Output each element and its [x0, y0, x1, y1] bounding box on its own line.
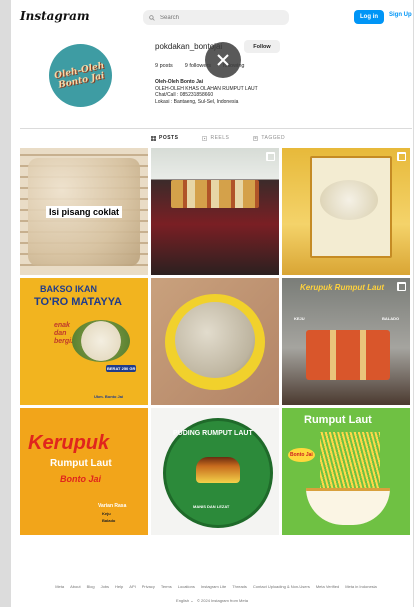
search-box[interactable]: [143, 10, 289, 25]
tag-icon: [253, 135, 259, 141]
top-bar: Instagram Log in Sign Up: [11, 0, 413, 34]
post-8-sub: MANIS DAN LEZAT: [193, 504, 230, 509]
footer-link[interactable]: Terms: [161, 584, 172, 589]
post-5[interactable]: [151, 278, 279, 405]
language-select[interactable]: English: [176, 598, 189, 603]
avatar-logo-text: Oleh-Oleh Bonto Jai: [54, 60, 108, 90]
profile-tabs: POSTS REELS TAGGED: [151, 135, 285, 141]
tab-tagged[interactable]: TAGGED: [253, 135, 285, 141]
post-6-label-2: BALADO: [382, 316, 400, 321]
puding-image: [196, 457, 240, 483]
post-1[interactable]: Isi pisang coklat: [20, 148, 148, 275]
post-2[interactable]: [151, 148, 279, 275]
bakso-bowl: [72, 320, 130, 362]
product-packs: [171, 180, 259, 208]
carousel-icon: [397, 282, 406, 291]
footer-link[interactable]: Blog: [87, 584, 95, 589]
tab-posts-label: POSTS: [159, 135, 179, 141]
post-4-tag-2: dan: [54, 330, 67, 337]
product-pack: [310, 156, 392, 258]
footer-link[interactable]: API: [129, 584, 135, 589]
avatar[interactable]: Oleh-Oleh Bonto Jai: [49, 44, 112, 107]
post-6-label-1: KEJU: [294, 316, 305, 321]
post-7-variant-1: Keju: [102, 511, 111, 516]
post-4-title-1: BAKSO IKAN: [40, 284, 98, 294]
noodles: [320, 432, 380, 492]
post-4-tag-1: enak: [54, 322, 70, 329]
footer-link[interactable]: About: [70, 584, 80, 589]
bio: Oleh-Oleh Bonto Jai OLEH-OLEH KHAS OLAHA…: [155, 79, 258, 105]
kerupuk-packs: [306, 330, 390, 380]
post-7-variant-2: Balado: [102, 518, 116, 523]
post-7-title-1: Kerupuk: [28, 432, 110, 454]
posts-grid: Isi pisang coklat BAKSO IKAN TO'RO MATAY…: [20, 148, 412, 535]
post-4[interactable]: BAKSO IKAN TO'RO MATAYYA enak dan bergiz…: [20, 278, 148, 405]
post-1-caption: Isi pisang coklat: [46, 206, 123, 218]
footer-link[interactable]: Instagram Lite: [201, 584, 226, 589]
post-4-title-2: TO'RO MATAYYA: [34, 296, 122, 308]
footer-bottom: English ⌄ © 2024 Instagram from Meta: [11, 598, 413, 603]
copyright: © 2024 Instagram from Meta: [196, 598, 248, 603]
post-8[interactable]: PUDING RUMPUT LAUT MANIS DAN LEZAT: [151, 408, 279, 535]
post-8-title: PUDING RUMPUT LAUT: [173, 430, 253, 437]
login-button[interactable]: Log in: [354, 10, 384, 24]
post-9[interactable]: Rumput Laut Bonto Jai: [282, 408, 410, 535]
tab-posts[interactable]: POSTS: [151, 135, 178, 141]
follow-button[interactable]: Follow: [244, 40, 280, 53]
post-4-contact: Ukm. Bonto Jai: [94, 394, 124, 399]
post-7-title-3: Bonto Jai: [60, 474, 102, 484]
close-button[interactable]: [205, 42, 241, 78]
footer-link[interactable]: Help: [115, 584, 123, 589]
grid-icon: [151, 135, 156, 141]
footer-link[interactable]: Contact Uploading & Non-Users: [253, 584, 310, 589]
post-7-variant: Varian Rasa: [98, 503, 127, 509]
footer-link[interactable]: Meta in Indonesia: [345, 584, 377, 589]
divider: [20, 128, 412, 129]
footer-link[interactable]: Threads: [232, 584, 247, 589]
post-7[interactable]: Kerupuk Rumput Laut Bonto Jai Varian Ras…: [20, 408, 148, 535]
signup-link[interactable]: Sign Up: [389, 12, 412, 18]
bio-line-3: Lokasi : Bantaeng, Sul-Sel, Indonesia: [155, 98, 239, 105]
footer-link[interactable]: Locations: [178, 584, 195, 589]
yellow-bowl: [165, 294, 265, 390]
post-9-title: Rumput Laut: [304, 414, 372, 426]
posts-count: 9 posts: [155, 63, 173, 69]
tab-tagged-label: TAGGED: [261, 135, 286, 141]
post-3[interactable]: [282, 148, 410, 275]
tab-reels[interactable]: REELS: [202, 135, 229, 141]
carousel-icon: [266, 152, 275, 161]
post-4-weight: BERAT 250 GR: [106, 365, 137, 372]
carousel-icon: [397, 152, 406, 161]
tab-reels-label: REELS: [210, 135, 230, 141]
post-7-title-2: Rumput Laut: [50, 458, 112, 469]
footer-links: Meta About Blog Jobs Help API Privacy Terms Loca…: [20, 584, 412, 589]
balls-photo: [320, 180, 378, 220]
search-icon: [149, 14, 155, 21]
footer-link[interactable]: Meta Verified: [316, 584, 339, 589]
search-input[interactable]: [158, 13, 282, 22]
footer-link[interactable]: Privacy: [142, 584, 155, 589]
footer-link[interactable]: Meta: [55, 584, 64, 589]
footer-link[interactable]: Jobs: [101, 584, 109, 589]
chevron-down-icon: ⌄: [190, 598, 194, 603]
post-6-title: Kerupuk Rumput Laut: [300, 283, 384, 292]
reels-icon: [202, 135, 208, 141]
page-frame: Instagram Log in Sign Up Oleh-Oleh Bonto…: [11, 0, 413, 607]
post-6[interactable]: Kerupuk Rumput Laut KEJU BALADO: [282, 278, 410, 405]
close-icon: [217, 54, 229, 66]
instagram-logo[interactable]: Instagram: [20, 9, 90, 23]
bakso-balls: [175, 302, 255, 378]
post-9-badge: Bonto Jai: [288, 448, 315, 462]
noodle-bowl: [306, 488, 390, 525]
